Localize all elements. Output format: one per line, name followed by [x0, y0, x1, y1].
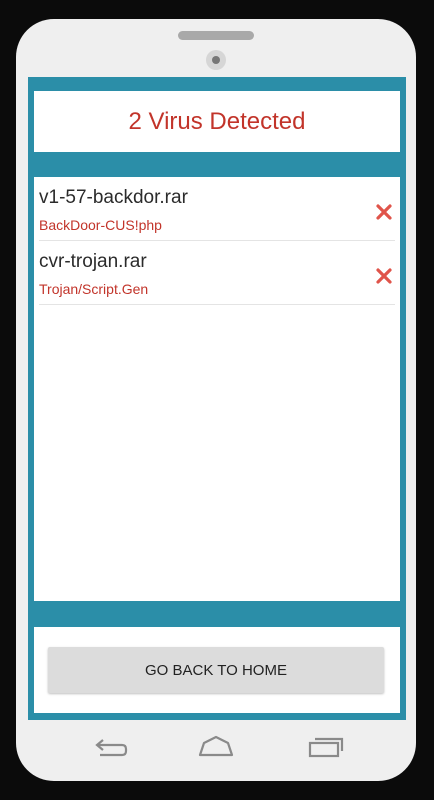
go-back-home-button[interactable]: GO BACK TO HOME [48, 647, 384, 693]
action-card: GO BACK TO HOME [34, 627, 400, 713]
page-title: 2 Virus Detected [128, 107, 306, 135]
back-icon[interactable] [90, 735, 130, 759]
close-icon[interactable] [373, 265, 395, 287]
list-item: v1-57-backdor.rar BackDoor-CUS!php [39, 177, 395, 241]
home-icon[interactable] [196, 735, 236, 759]
recents-icon[interactable] [306, 735, 346, 759]
speaker-grille [178, 31, 254, 40]
list-item: cvr-trojan.rar Trojan/Script.Gen [39, 241, 395, 305]
system-nav-bar [16, 725, 416, 769]
threat-name: BackDoor-CUS!php [39, 217, 162, 233]
file-name: cvr-trojan.rar [39, 251, 147, 272]
phone-frame: 2 Virus Detected v1-57-backdor.rar BackD… [16, 19, 416, 781]
app-screen: 2 Virus Detected v1-57-backdor.rar BackD… [28, 77, 406, 720]
threat-name: Trojan/Script.Gen [39, 281, 149, 297]
file-name: v1-57-backdor.rar [39, 187, 188, 208]
header-card: 2 Virus Detected [34, 91, 400, 152]
threat-list: v1-57-backdor.rar BackDoor-CUS!php cvr-t… [34, 177, 400, 601]
close-icon[interactable] [373, 201, 395, 223]
front-camera [206, 50, 226, 70]
